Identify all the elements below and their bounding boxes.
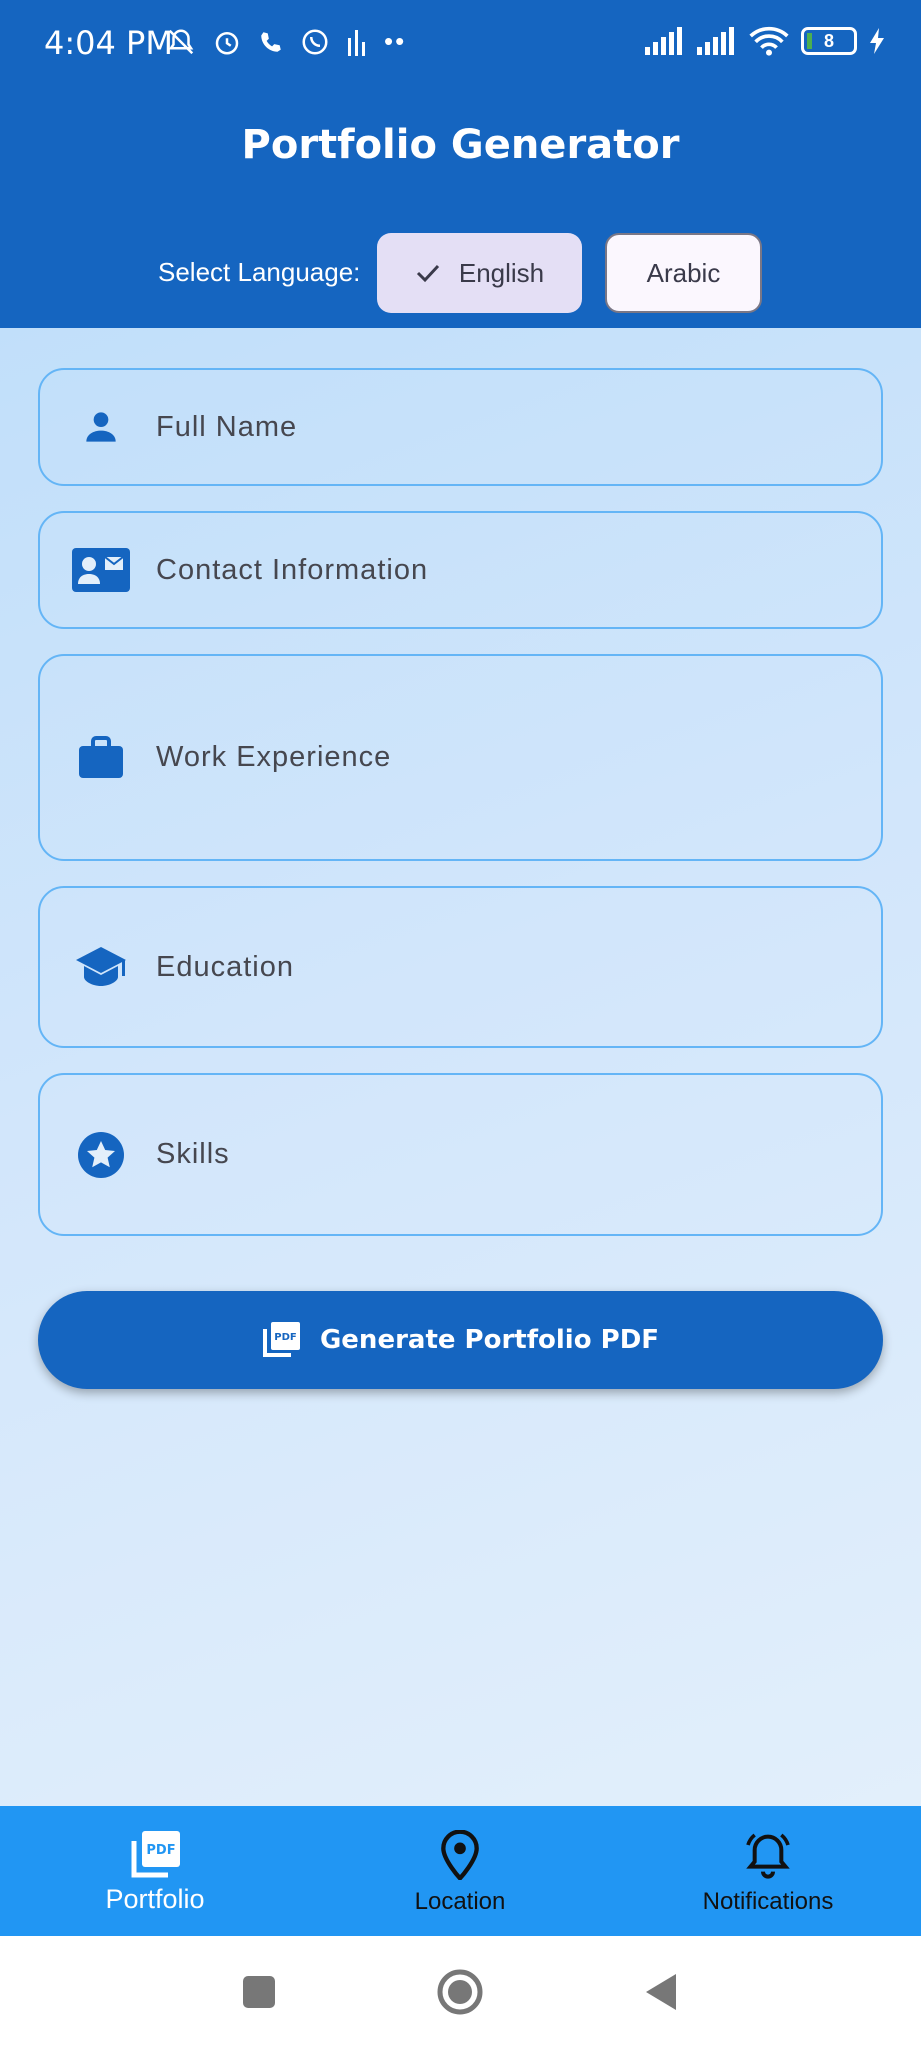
home-button[interactable] — [415, 1936, 505, 2048]
nav-label: Location — [414, 1888, 506, 1915]
skills-field[interactable]: Skills — [38, 1073, 883, 1236]
generate-button-label: Generate Portfolio PDF — [319, 1325, 660, 1355]
location-pin-icon — [440, 1830, 480, 1880]
svg-text:PDF: PDF — [146, 1843, 175, 1858]
back-button[interactable] — [616, 1936, 706, 2048]
page-title: Portfolio Generator — [241, 122, 680, 168]
field-label: Work Experience — [156, 741, 392, 773]
graduation-cap-icon — [66, 945, 136, 989]
circle-icon — [437, 1969, 483, 2015]
more-dots-icon: •• — [384, 26, 407, 56]
person-icon — [66, 405, 136, 449]
wifi-icon — [749, 26, 789, 56]
system-navigation-bar — [0, 1936, 921, 2048]
education-field[interactable]: Education — [38, 886, 883, 1048]
nav-label: Notifications — [702, 1888, 834, 1915]
pdf-icon: PDF — [130, 1830, 180, 1880]
data-usage-icon — [348, 29, 365, 56]
app-header: Portfolio Generator Select Language: Eng… — [0, 88, 921, 328]
svg-text:PDF: PDF — [274, 1332, 296, 1343]
field-label: Contact Information — [156, 553, 429, 586]
contact-information-field[interactable]: Contact Information — [38, 511, 883, 629]
nav-item-portfolio[interactable]: PDF Portfolio — [60, 1806, 250, 1936]
status-notification-icons: •• — [166, 26, 406, 57]
contact-card-icon — [66, 548, 136, 592]
generate-portfolio-pdf-button[interactable]: PDF Generate Portfolio PDF — [38, 1291, 883, 1389]
language-label: Select Language: — [158, 257, 361, 287]
status-system-icons: 8 — [645, 26, 885, 56]
bell-icon — [743, 1830, 793, 1880]
check-icon — [416, 264, 439, 283]
bell-off-icon — [168, 28, 194, 54]
recent-apps-button[interactable] — [214, 1936, 304, 2048]
language-chip-label: English — [458, 257, 545, 288]
field-label: Education — [156, 950, 294, 983]
triangle-back-icon — [646, 1974, 676, 2010]
language-chip-english[interactable]: English — [377, 233, 582, 313]
battery-icon: 8 — [801, 27, 857, 55]
status-bar: 4:04 PM •• 8 — [0, 0, 921, 88]
language-chip-label: Arabic — [646, 257, 721, 288]
charging-bolt-icon — [870, 28, 884, 54]
full-name-field[interactable]: Full Name — [38, 368, 883, 486]
language-selector: Select Language: English Arabic — [0, 233, 921, 313]
status-time: 4:04 PM — [44, 24, 173, 62]
language-chip-arabic[interactable]: Arabic — [605, 233, 762, 313]
nav-item-location[interactable]: Location — [365, 1806, 555, 1936]
portfolio-form: Full Name Contact Information Work Exper… — [0, 328, 921, 1806]
alarm-icon — [215, 31, 239, 54]
nav-item-notifications[interactable]: Notifications — [673, 1806, 863, 1936]
briefcase-icon — [66, 735, 136, 780]
whatsapp-icon — [302, 29, 328, 54]
field-label: Skills — [156, 1138, 230, 1170]
bottom-navigation: PDF Portfolio Location Notifications — [0, 1806, 921, 1936]
signal-icon — [645, 27, 682, 55]
field-label: Full Name — [156, 410, 298, 443]
nav-label: Portfolio — [105, 1884, 205, 1914]
phone-icon — [261, 31, 281, 52]
work-experience-field[interactable]: Work Experience — [38, 654, 883, 861]
battery-level: 8 — [823, 30, 834, 51]
signal-icon-2 — [697, 27, 734, 55]
pdf-icon: PDF — [262, 1322, 300, 1357]
square-icon — [243, 1976, 275, 2008]
star-icon — [66, 1131, 136, 1179]
